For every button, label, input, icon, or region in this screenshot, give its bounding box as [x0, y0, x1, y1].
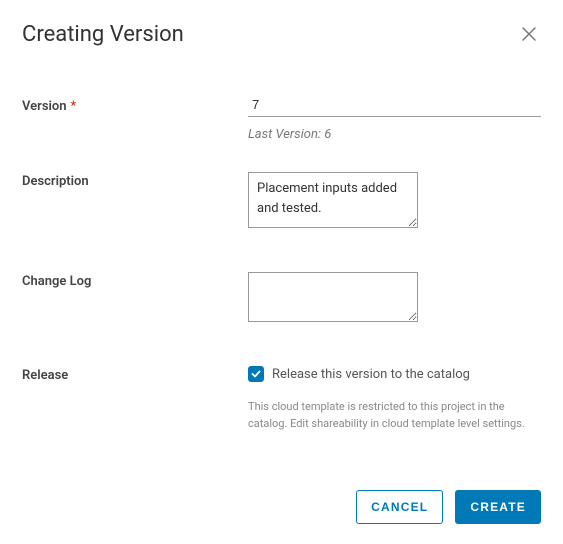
- release-helper-text: This cloud template is restricted to thi…: [248, 393, 541, 432]
- release-helper-row: This cloud template is restricted to thi…: [22, 393, 541, 432]
- version-field: [248, 97, 541, 117]
- form-area: Version * Last Version: 6 Description Cha…: [22, 97, 541, 478]
- changelog-label: Change Log: [22, 272, 248, 289]
- check-icon: [251, 369, 261, 379]
- description-textarea[interactable]: [248, 172, 418, 228]
- dialog-title: Creating Version: [22, 22, 184, 47]
- release-row: Release Release this version to the cata…: [22, 366, 541, 383]
- description-label: Description: [22, 172, 248, 189]
- version-input[interactable]: [248, 97, 541, 117]
- version-row: Version *: [22, 97, 541, 117]
- changelog-textarea[interactable]: [248, 272, 418, 322]
- release-label: Release: [22, 366, 248, 383]
- close-button[interactable]: [517, 22, 541, 46]
- close-icon: [521, 26, 537, 42]
- release-checkbox-line: Release this version to the catalog: [248, 366, 541, 382]
- dialog-footer: CANCEL CREATE: [22, 478, 541, 524]
- last-version-text: Last Version: 6: [248, 127, 331, 142]
- last-version-row: Last Version: 6: [22, 127, 541, 142]
- description-row: Description: [22, 172, 541, 232]
- changelog-row: Change Log: [22, 272, 541, 326]
- version-label: Version *: [22, 97, 248, 114]
- version-label-text: Version: [22, 99, 67, 114]
- release-checkbox[interactable]: [248, 366, 264, 382]
- cancel-button[interactable]: CANCEL: [356, 490, 443, 524]
- release-checkbox-label[interactable]: Release this version to the catalog: [272, 367, 470, 382]
- required-asterisk: *: [71, 99, 77, 114]
- create-button[interactable]: CREATE: [455, 490, 541, 524]
- dialog-header: Creating Version: [22, 22, 541, 47]
